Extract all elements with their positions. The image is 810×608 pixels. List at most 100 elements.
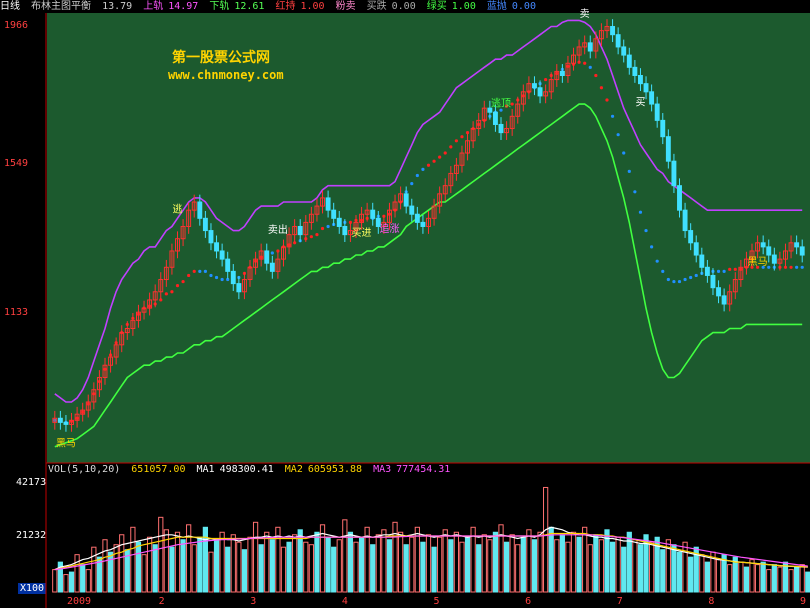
volume-bar <box>448 539 454 593</box>
volume-bar <box>342 519 348 593</box>
middle-band-dot <box>655 259 659 263</box>
volume-bar <box>135 541 142 593</box>
middle-band-dot <box>733 267 737 271</box>
volume-bar <box>682 541 688 593</box>
volume-bar <box>414 526 420 593</box>
middle-band-dot <box>583 61 587 65</box>
x-tick-label: 6 <box>525 596 531 607</box>
candle-body <box>794 242 800 248</box>
x-tick-label: 7 <box>617 596 623 607</box>
candle-body <box>202 217 208 232</box>
middle-band-dot <box>694 273 698 278</box>
candle-body <box>409 205 415 215</box>
signal-annotation: 黑马 <box>56 437 76 449</box>
volume-bar <box>325 536 331 593</box>
candle-body <box>693 242 699 256</box>
middle-band-dot <box>716 269 721 273</box>
middle-band-dot <box>432 159 436 163</box>
candle-body <box>665 136 671 162</box>
volume-bar <box>208 551 214 593</box>
volume-bar <box>799 564 805 593</box>
middle-band-dot <box>722 269 726 273</box>
middle-band-dot <box>438 155 442 159</box>
middle-band-dot <box>616 133 620 137</box>
candle-body <box>654 103 660 121</box>
volume-bar <box>788 569 794 593</box>
signal-annotation: 卖 <box>580 8 590 20</box>
volume-bar <box>431 546 437 593</box>
candle-body <box>621 46 627 56</box>
candle-body <box>626 54 632 68</box>
middle-band-dot <box>175 284 180 288</box>
middle-band-dot <box>170 290 174 294</box>
x-tick-label: 4 <box>342 596 348 607</box>
middle-band-dot <box>605 98 609 102</box>
middle-band-dot <box>460 135 464 139</box>
candle-body <box>671 160 677 187</box>
volume-bar <box>615 536 621 593</box>
volume-bar <box>648 541 655 593</box>
volume-bar <box>771 564 777 593</box>
candle-body <box>342 225 348 236</box>
volume-bar <box>230 534 236 593</box>
volume-bar <box>174 531 181 593</box>
volume-bar <box>386 539 393 593</box>
middle-band-dot <box>315 233 319 237</box>
volume-bar <box>582 526 588 593</box>
volume-bar <box>503 541 510 593</box>
middle-band-dot <box>672 279 676 284</box>
middle-band-dot <box>594 73 598 78</box>
middle-band-dot <box>610 114 615 118</box>
volume-bar <box>671 544 677 593</box>
candle-body <box>269 262 275 272</box>
middle-band-dot <box>599 86 604 90</box>
middle-band-dot <box>192 269 196 273</box>
volume-bar <box>632 539 638 593</box>
candle-body <box>214 242 219 252</box>
volume-bar <box>197 536 203 593</box>
candle-body <box>699 254 705 268</box>
candle-body <box>208 230 214 244</box>
volume-bar <box>470 526 476 593</box>
volume-bar <box>531 539 538 593</box>
volume-bar <box>297 529 303 593</box>
middle-band-dot <box>800 265 804 269</box>
volume-bar <box>381 529 387 593</box>
middle-band-dot <box>415 173 419 178</box>
volume-bar <box>715 559 722 593</box>
volume-bar <box>794 566 800 593</box>
candle-body <box>325 197 331 211</box>
candle-body <box>688 230 694 244</box>
volume-bar <box>492 531 499 593</box>
volume-bar <box>74 554 80 593</box>
candle-body <box>559 70 565 76</box>
volume-bar <box>570 531 577 593</box>
volume-bar <box>509 534 515 593</box>
volume-bar <box>565 541 571 593</box>
middle-band-dot <box>627 169 631 173</box>
volume-bar <box>548 526 554 593</box>
volume-bar <box>107 551 114 593</box>
volume-bar <box>453 531 460 593</box>
candle-body <box>57 417 63 423</box>
middle-band-dot <box>309 235 313 239</box>
candle-body <box>236 283 242 293</box>
candle-body <box>643 83 649 93</box>
volume-bar <box>286 541 292 593</box>
chart-svg: 黑马 逃卖出 买进 追涨 逃顶 卖买黑马 2009 2 3 4 5 6 7 8 9 <box>45 8 810 608</box>
candle-body <box>403 193 409 207</box>
signal-annotation: 黑马 <box>748 256 768 268</box>
volume-bar <box>743 566 750 593</box>
volume-bar <box>559 534 565 593</box>
x-tick-label: 8 <box>708 596 714 607</box>
volume-bar <box>180 539 186 593</box>
candle-body <box>420 221 426 227</box>
volume-bar <box>554 539 560 593</box>
volume-bar <box>236 541 242 593</box>
middle-band-dot <box>209 273 213 278</box>
candle-body <box>63 421 69 425</box>
middle-band-dot <box>795 265 799 269</box>
volume-bar <box>749 559 755 593</box>
volume-bar <box>336 539 342 593</box>
volume-bar <box>353 541 359 593</box>
